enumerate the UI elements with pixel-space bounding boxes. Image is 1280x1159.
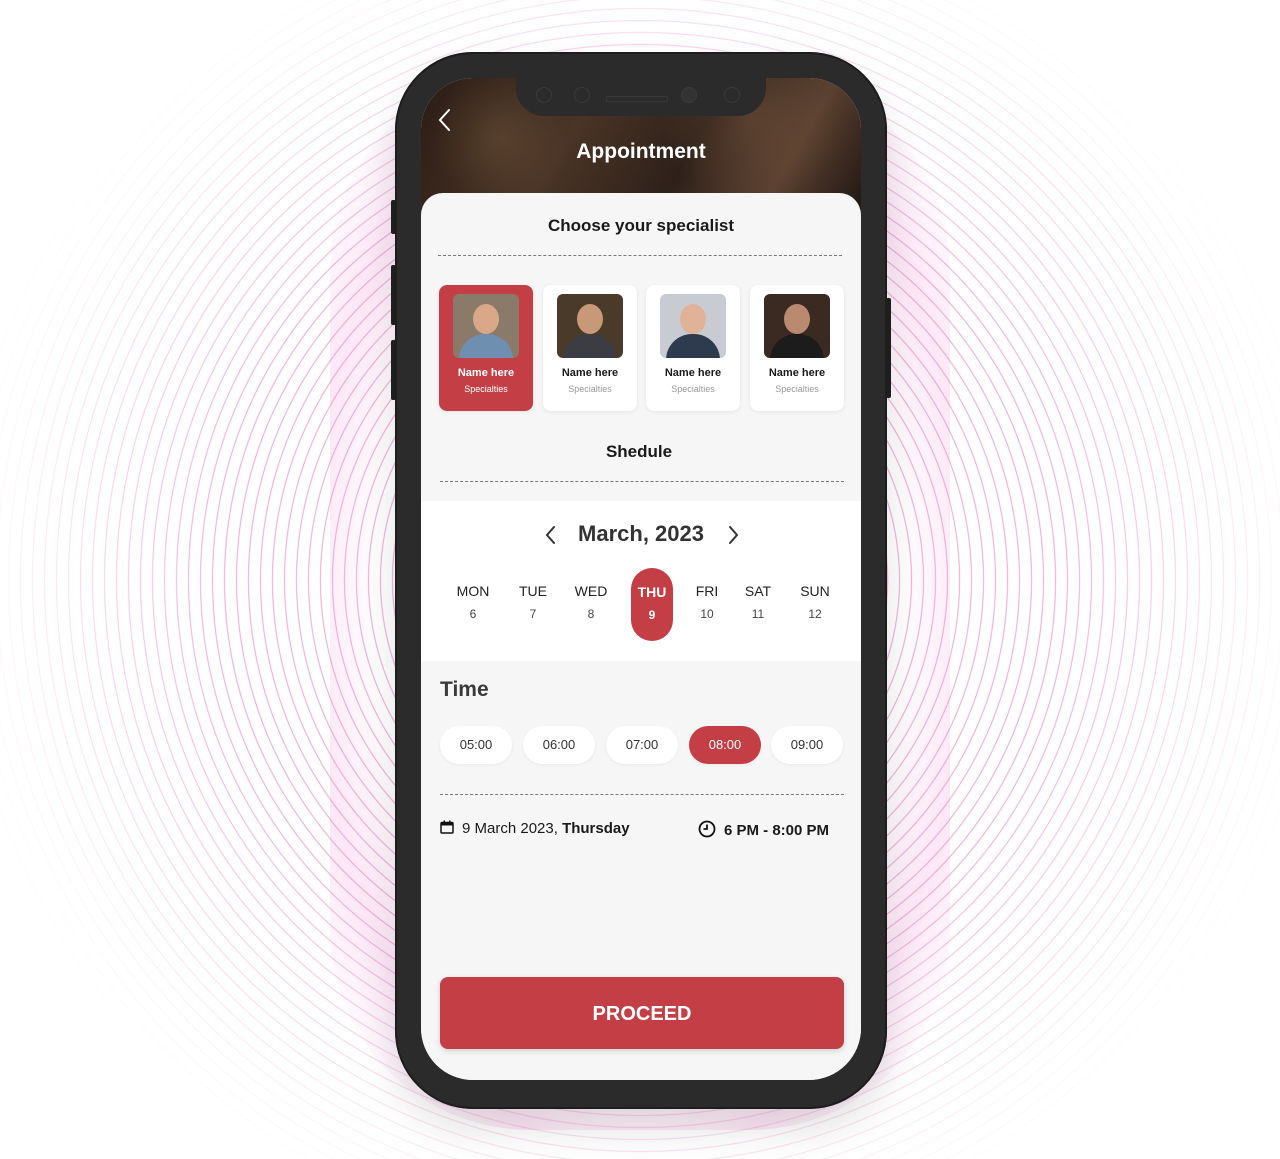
phone-silent-switch — [391, 200, 396, 234]
specialist-name: Name here — [664, 367, 722, 379]
specialists-section-title: Choose your specialist — [547, 216, 735, 235]
specialist-specialty: Specialties — [775, 384, 819, 394]
time-slot[interactable]: 05:00 — [440, 726, 512, 764]
day-number: 12 — [808, 607, 822, 621]
summary-time-range: 6 PM - 8:00 PM — [724, 821, 830, 839]
specialist-avatar — [557, 294, 623, 358]
phone-volume-up — [391, 265, 396, 325]
phone-notch — [516, 78, 766, 116]
specialist-name: Name here — [561, 367, 619, 379]
specialist-specialty: Specialties — [671, 384, 715, 394]
specialist-card[interactable]: Name here Specialties — [439, 285, 533, 411]
day-number: 11 — [751, 607, 765, 621]
calendar-month: March, 2023 — [578, 521, 704, 546]
page-title: Appointment — [576, 140, 706, 163]
sensor-dot — [574, 87, 590, 103]
summary-weekday: Thursday — [562, 820, 630, 837]
specialist-card[interactable]: Name here Specialties — [543, 285, 637, 411]
specialist-name: Name here — [457, 367, 515, 379]
calendar-day[interactable]: FRI 10 — [685, 567, 729, 621]
phone-screen: Appointment Choose your specialist Name … — [421, 78, 861, 1080]
phone-volume-down — [391, 340, 396, 400]
day-name: FRI — [695, 583, 719, 599]
specialist-name: Name here — [768, 367, 826, 379]
earpiece-speaker — [606, 96, 668, 102]
time-slot[interactable]: 06:00 — [523, 726, 595, 764]
specialist-specialty: Specialties — [568, 384, 612, 394]
day-name: THU — [637, 584, 667, 600]
specialist-avatar — [660, 294, 726, 358]
calendar-day[interactable]: SUN 12 — [793, 567, 837, 621]
calendar-icon — [440, 820, 454, 838]
back-chevron-icon[interactable] — [435, 106, 457, 134]
divider — [440, 481, 844, 482]
calendar-day[interactable]: MON 6 — [451, 567, 495, 621]
calendar-day[interactable]: WED 8 — [569, 567, 613, 621]
phone-power-button — [886, 298, 891, 398]
selected-time-summary: 6 PM - 8:00 PM — [698, 820, 829, 842]
day-number: 8 — [587, 607, 595, 621]
day-name: MON — [456, 583, 490, 599]
day-number: 10 — [700, 607, 714, 621]
front-camera — [681, 87, 697, 103]
calendar-day[interactable]: SAT 11 — [736, 567, 780, 621]
chevron-right-icon[interactable] — [723, 523, 743, 547]
day-name: WED — [574, 583, 608, 599]
day-name: SUN — [800, 583, 830, 599]
calendar-day[interactable]: TUE 7 — [511, 567, 555, 621]
divider — [440, 794, 844, 795]
summary-date: 9 March 2023, — [462, 820, 558, 837]
specialist-card[interactable]: Name here Specialties — [646, 285, 740, 411]
day-number: 7 — [529, 607, 537, 621]
day-number: 6 — [469, 607, 477, 621]
divider — [438, 255, 842, 256]
proceed-button[interactable]: PROCEED — [440, 977, 844, 1049]
time-section-title: Time — [440, 678, 489, 701]
sensor-dot — [724, 87, 740, 103]
day-name: TUE — [519, 583, 547, 599]
specialist-avatar — [764, 294, 830, 358]
sensor-dot — [536, 87, 552, 103]
day-name: SAT — [744, 583, 772, 599]
time-slot-selected[interactable]: 08:00 — [689, 726, 761, 764]
schedule-section-title: Shedule — [605, 442, 673, 461]
specialist-card[interactable]: Name here Specialties — [750, 285, 844, 411]
selected-date-summary: 9 March 2023, Thursday — [440, 820, 630, 838]
specialist-specialty: Specialties — [464, 384, 508, 394]
day-number: 9 — [648, 608, 656, 622]
calendar-day-selected[interactable]: THU 9 — [631, 568, 673, 641]
specialist-avatar — [453, 294, 519, 358]
time-slot[interactable]: 07:00 — [606, 726, 678, 764]
time-slot[interactable]: 09:00 — [771, 726, 843, 764]
clock-icon — [698, 820, 716, 842]
